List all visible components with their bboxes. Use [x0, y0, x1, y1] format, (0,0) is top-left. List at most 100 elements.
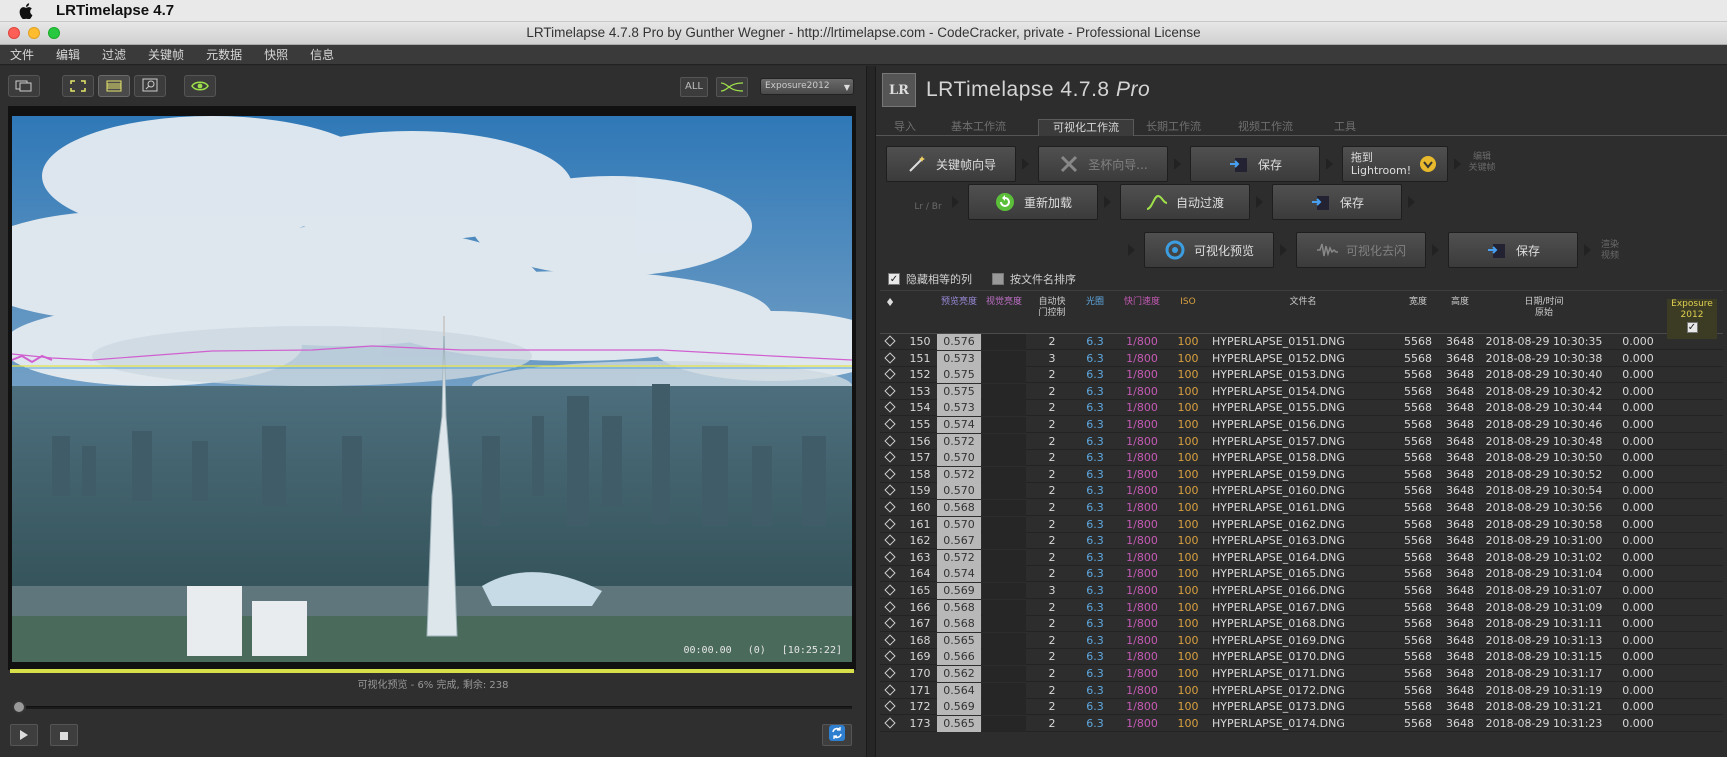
table-row[interactable]: 169 0.566 2 6.3 1/800 100 HYPERLAPSE_0170.DNG 5…	[880, 649, 1723, 666]
stop-button[interactable]	[50, 724, 78, 746]
visual-preview-button[interactable]: 可视化预览	[1144, 232, 1274, 268]
keyframe-diamond-icon[interactable]	[880, 334, 900, 350]
keyframe-diamond-icon[interactable]	[880, 450, 900, 466]
play-button[interactable]	[10, 724, 38, 746]
drag-to-lightroom-button[interactable]: 拖到 Lightroom!	[1342, 146, 1448, 182]
filmstrip-button[interactable]	[98, 75, 130, 97]
column-keyframe[interactable]: ♦	[880, 297, 900, 308]
table-row[interactable]: 152 0.575 2 6.3 1/800 100 HYPERLAPSE_0153.DNG 5…	[880, 367, 1723, 384]
table-row[interactable]: 155 0.574 2 6.3 1/800 100 HYPERLAPSE_0156.DNG 5…	[880, 417, 1723, 433]
table-row[interactable]: 167 0.568 2 6.3 1/800 100 HYPERLAPSE_0168.DNG 5…	[880, 616, 1723, 633]
keyframe-diamond-icon[interactable]	[880, 683, 900, 699]
timeline-slider-handle[interactable]	[12, 700, 26, 714]
keyframe-diamond-icon[interactable]	[880, 400, 900, 416]
table-row[interactable]: 163 0.572 2 6.3 1/800 100 HYPERLAPSE_0164.DNG 5…	[880, 549, 1723, 566]
keyframe-diamond-icon[interactable]	[880, 467, 900, 483]
keyframe-diamond-icon[interactable]	[880, 550, 900, 566]
column-visual-luminance[interactable]: 视觉亮度	[982, 297, 1026, 308]
menu-keyframes[interactable]: 关键帧	[148, 46, 184, 63]
menu-filter[interactable]: 过滤	[102, 46, 126, 63]
column-filename[interactable]: 文件名	[1208, 297, 1398, 308]
keyframe-diamond-icon[interactable]	[880, 600, 900, 616]
menubar-app-name[interactable]: LRTimelapse 4.7	[56, 2, 174, 19]
keyframe-diamond-icon[interactable]	[880, 417, 900, 433]
tab-basic-workflow[interactable]: 基本工作流	[951, 119, 1006, 136]
visual-deflicker-button[interactable]: 可视化去闪	[1296, 232, 1426, 268]
menu-metadata[interactable]: 元数据	[206, 46, 242, 63]
keyframe-diamond-icon[interactable]	[880, 517, 900, 533]
column-shutter-speed[interactable]: 快门速度	[1116, 297, 1168, 308]
preset-select[interactable]: Exposure2012 ▼	[760, 78, 854, 95]
column-iso[interactable]: ISO	[1170, 297, 1206, 308]
keyframe-diamond-icon[interactable]	[880, 716, 900, 732]
table-row[interactable]: 161 0.570 2 6.3 1/800 100 HYPERLAPSE_0162.DNG 5…	[880, 516, 1723, 533]
exposure-column-checkbox[interactable]: ✓	[1686, 322, 1698, 333]
menu-edit[interactable]: 编辑	[56, 46, 80, 63]
table-row[interactable]: 166 0.568 2 6.3 1/800 100 HYPERLAPSE_0167.DNG 5…	[880, 599, 1723, 616]
table-row[interactable]: 160 0.568 2 6.3 1/800 100 HYPERLAPSE_0161.DNG 5…	[880, 500, 1723, 516]
keyframe-diamond-icon[interactable]	[880, 566, 900, 582]
keyframe-diamond-icon[interactable]	[880, 483, 900, 499]
tab-tools[interactable]: 工具	[1334, 119, 1356, 136]
table-row[interactable]: 170 0.562 2 6.3 1/800 100 HYPERLAPSE_0171.DNG 5…	[880, 666, 1723, 682]
save-metadata-button-1[interactable]: 保存	[1190, 146, 1320, 182]
curve-toggle-button[interactable]	[716, 77, 748, 97]
preview-image[interactable]	[12, 116, 852, 662]
keyframe-diamond-icon[interactable]	[880, 384, 900, 400]
table-row[interactable]: 173 0.565 2 6.3 1/800 100 HYPERLAPSE_0174.DNG 5…	[880, 715, 1723, 732]
table-row[interactable]: 156 0.572 2 6.3 1/800 100 HYPERLAPSE_0157.DNG 5…	[880, 433, 1723, 450]
table-row[interactable]: 162 0.567 2 6.3 1/800 100 HYPERLAPSE_0163.DNG 5…	[880, 533, 1723, 550]
keyframe-diamond-icon[interactable]	[880, 583, 900, 599]
sort-by-filename-checkbox[interactable]	[992, 273, 1004, 285]
column-exposure-2012[interactable]: Exposure 2012 ✓	[1667, 299, 1717, 339]
sort-by-filename-option[interactable]: 按文件名排序	[992, 271, 1076, 287]
hide-equal-columns-checkbox[interactable]: ✓	[888, 273, 900, 285]
menu-file[interactable]: 文件	[10, 46, 34, 63]
column-auto-shutter[interactable]: 自动快 门控制	[1030, 297, 1074, 319]
column-width[interactable]: 宽度	[1398, 297, 1438, 308]
save-metadata-button-3[interactable]: 保存	[1448, 232, 1578, 268]
panel-splitter[interactable]	[866, 66, 876, 757]
apple-icon[interactable]	[18, 2, 34, 19]
keyframe-diamond-icon[interactable]	[880, 666, 900, 682]
visual-preview-toggle[interactable]	[184, 75, 216, 97]
table-row[interactable]: 159 0.570 2 6.3 1/800 100 HYPERLAPSE_0160.DNG 5…	[880, 483, 1723, 500]
column-aperture[interactable]: 光圈	[1076, 297, 1114, 308]
table-row[interactable]: 151 0.573 3 6.3 1/800 100 HYPERLAPSE_0152.DNG 5…	[880, 350, 1723, 367]
keyframe-diamond-icon[interactable]	[880, 500, 900, 516]
menu-info[interactable]: 信息	[310, 46, 334, 63]
reload-button[interactable]: 重新加载	[968, 184, 1098, 220]
fullscreen-button[interactable]	[62, 75, 94, 97]
table-row[interactable]: 164 0.574 2 6.3 1/800 100 HYPERLAPSE_0165.DNG 5…	[880, 566, 1723, 583]
timeline-slider-track[interactable]	[16, 706, 852, 709]
keyframe-diamond-icon[interactable]	[880, 616, 900, 632]
keyframe-diamond-icon[interactable]	[880, 367, 900, 383]
keyframe-diamond-icon[interactable]	[880, 699, 900, 715]
table-row[interactable]: 158 0.572 2 6.3 1/800 100 HYPERLAPSE_0159.DNG 5…	[880, 466, 1723, 483]
auto-transition-button[interactable]: 自动过渡	[1120, 184, 1250, 220]
column-height[interactable]: 高度	[1440, 297, 1480, 308]
keyframe-diamond-icon[interactable]	[880, 633, 900, 649]
table-row[interactable]: 168 0.565 2 6.3 1/800 100 HYPERLAPSE_0169.DNG 5…	[880, 632, 1723, 649]
dual-monitor-button[interactable]	[8, 75, 40, 97]
table-row[interactable]: 157 0.570 2 6.3 1/800 100 HYPERLAPSE_0158.DNG 5…	[880, 450, 1723, 467]
table-row[interactable]: 153 0.575 2 6.3 1/800 100 HYPERLAPSE_0154.DNG 5…	[880, 383, 1723, 400]
table-row[interactable]: 154 0.573 2 6.3 1/800 100 HYPERLAPSE_0155.DNG 5…	[880, 400, 1723, 417]
keyframe-diamond-icon[interactable]	[880, 434, 900, 450]
menu-snapshots[interactable]: 快照	[264, 46, 288, 63]
keyframe-wizard-button[interactable]: 关键帧向导	[886, 146, 1016, 182]
table-row[interactable]: 171 0.564 2 6.3 1/800 100 HYPERLAPSE_0172.DNG 5…	[880, 682, 1723, 699]
holy-grail-wizard-button[interactable]: 圣杯向导...	[1038, 146, 1168, 182]
column-datetime[interactable]: 日期/时间 原始	[1482, 297, 1606, 319]
tab-visual-workflow[interactable]: 可视化工作流	[1038, 119, 1134, 136]
keyframe-diamond-icon[interactable]	[880, 533, 900, 549]
tab-import[interactable]: 导入	[894, 119, 916, 136]
keyframe-diamond-icon[interactable]	[880, 351, 900, 367]
hide-equal-columns-option[interactable]: ✓ 隐藏相等的列	[888, 271, 972, 287]
save-metadata-button-2[interactable]: 保存	[1272, 184, 1402, 220]
tab-longterm-workflow[interactable]: 长期工作流	[1146, 119, 1201, 136]
table-row[interactable]: 172 0.569 2 6.3 1/800 100 HYPERLAPSE_0173.DNG 5…	[880, 699, 1723, 716]
refresh-preview-button[interactable]	[822, 724, 852, 746]
column-preview-luminance[interactable]: 预览亮度	[937, 297, 981, 308]
zoom-preview-button[interactable]	[134, 75, 166, 97]
